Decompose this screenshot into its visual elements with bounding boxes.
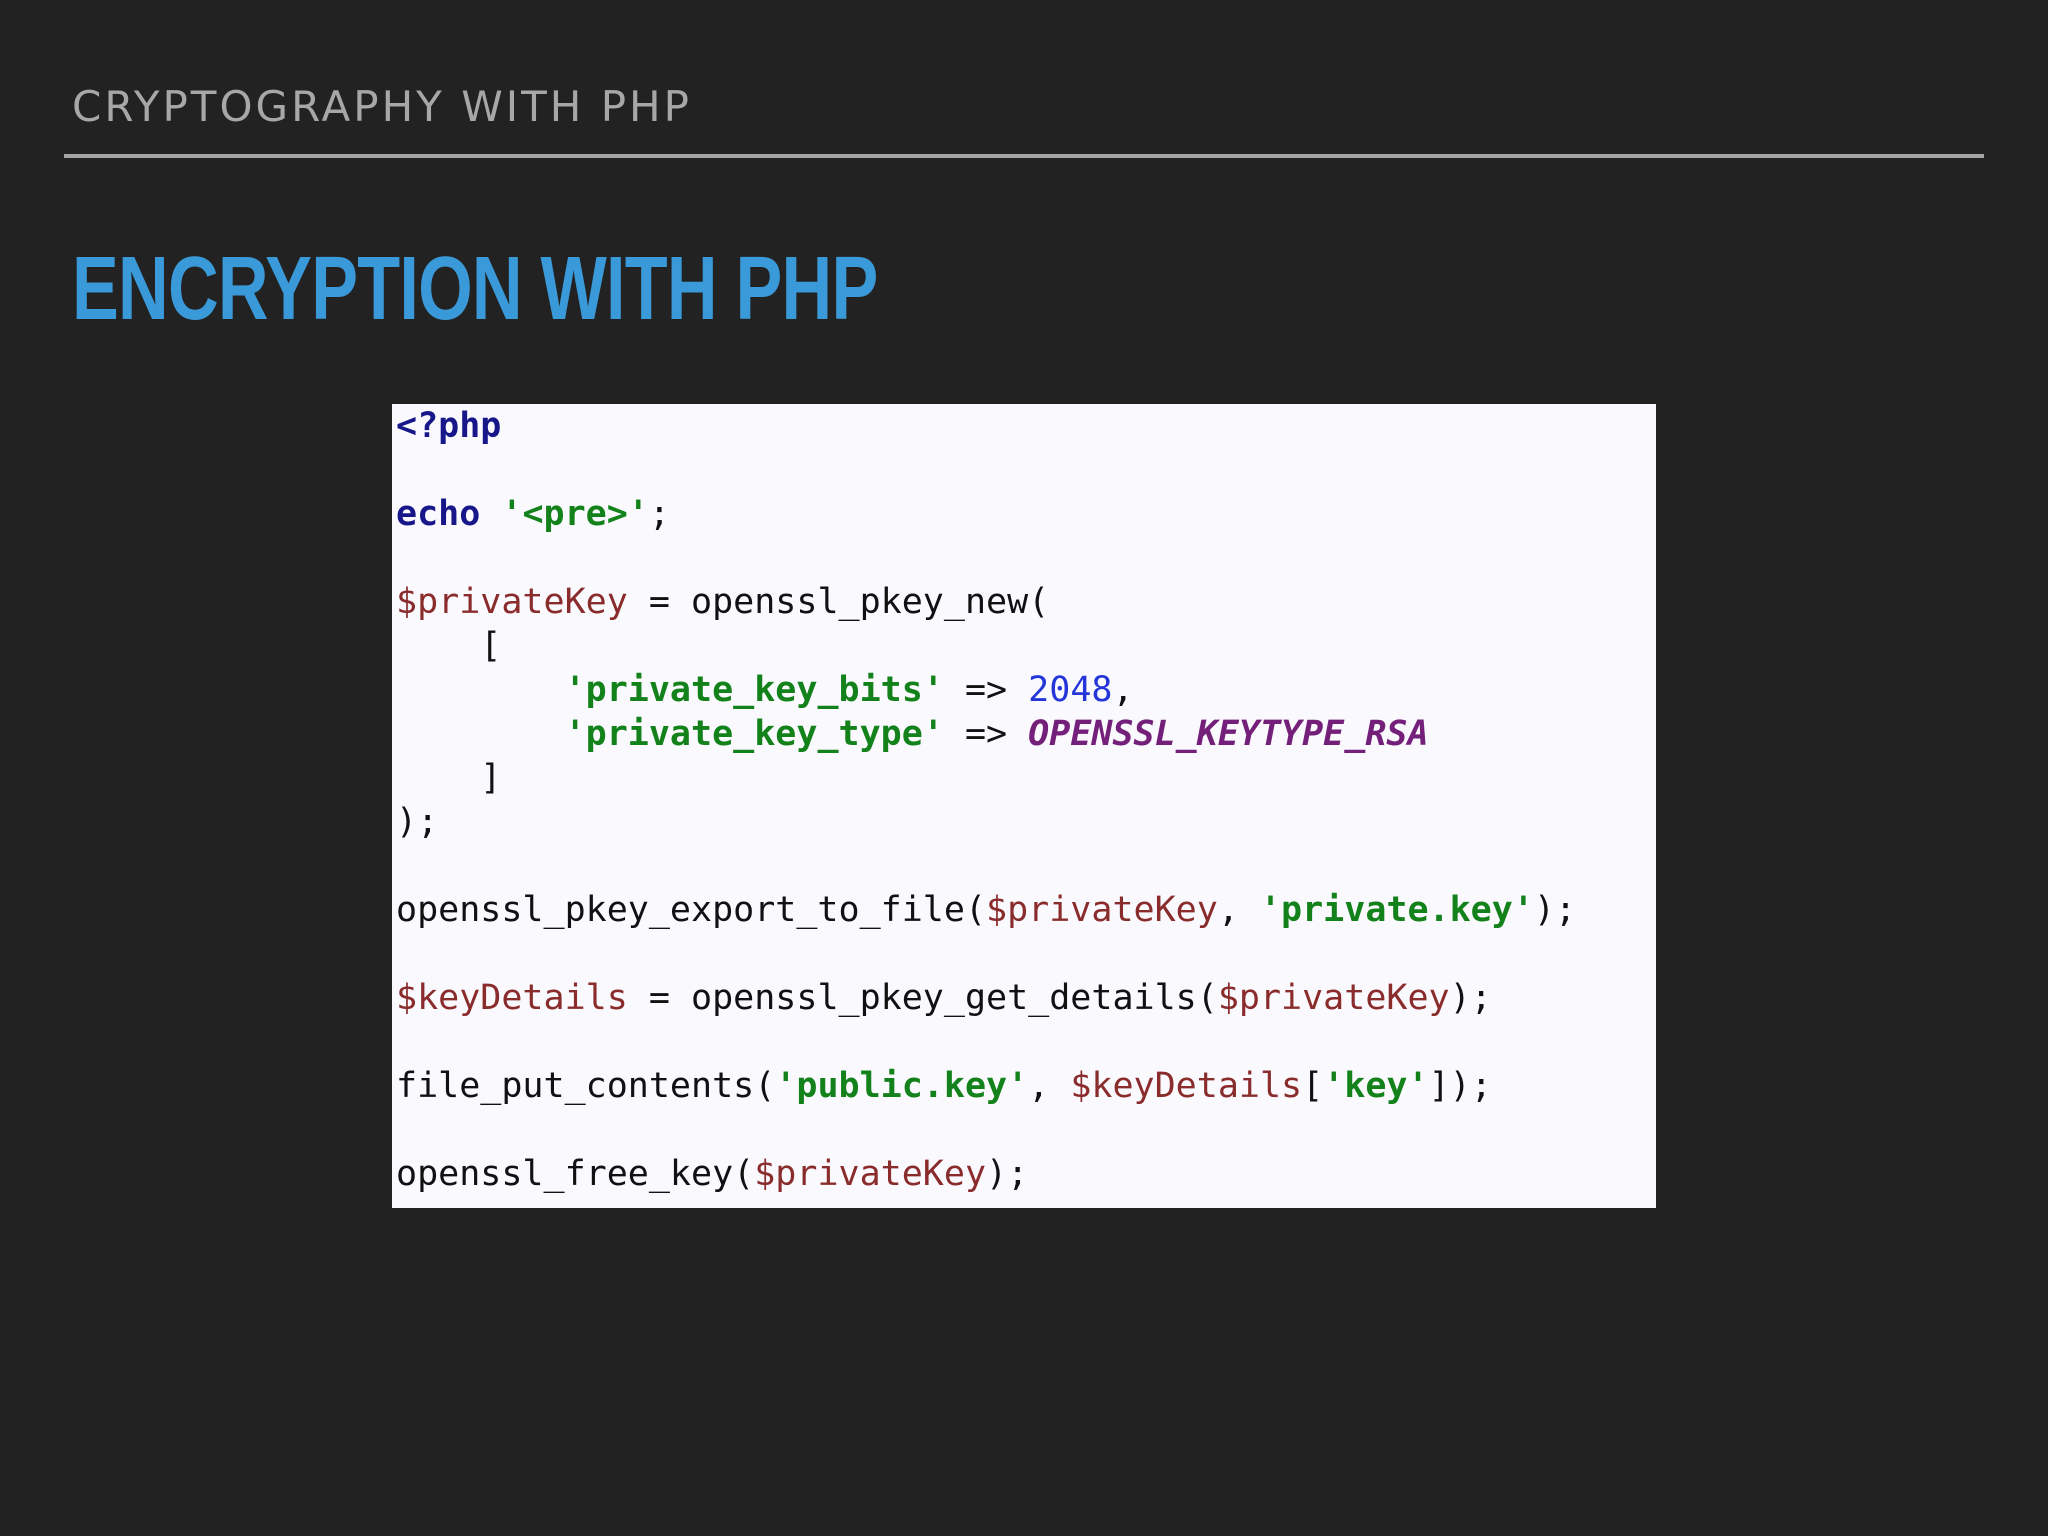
header-divider [64,154,1984,158]
code-line: openssl_free_key($privateKey); [396,1152,1576,1196]
code-token: openssl_pkey_export_to_file( [396,890,987,930]
code-token: 'public.key' [775,1066,1029,1106]
code-token: [ [396,626,502,666]
code-token: , [1112,670,1134,710]
code-token: , [1217,890,1260,930]
code-token: ]); [1428,1066,1492,1106]
code-token: [ [1302,1066,1324,1106]
code-line: ); [396,800,1576,844]
code-line: openssl_pkey_export_to_file($privateKey,… [396,888,1576,932]
code-token: <?php [396,406,502,446]
code-token: $keyDetails [396,978,628,1018]
code-token: ); [396,802,439,842]
code-token: , [1028,1066,1071,1106]
code-token: openssl_free_key( [396,1154,755,1194]
php-code-block: <?php echo '<pre>'; $privateKey = openss… [396,404,1576,1196]
code-token: ); [1449,978,1492,1018]
code-token: 'key' [1323,1066,1429,1106]
code-token: 'private_key_type' [564,714,944,754]
code-line: 'private_key_bits' => 2048, [396,668,1576,712]
code-token: file_put_contents( [396,1066,776,1106]
slide-title: ENCRYPTION WITH PHP [72,239,878,339]
code-token: => [943,670,1029,710]
code-token: $privateKey [396,582,628,622]
code-line: [ [396,624,1576,668]
code-token: $privateKey [1217,978,1450,1018]
code-token: echo [396,494,481,534]
code-token: ); [986,1154,1029,1194]
code-token: 'private.key' [1259,890,1534,930]
code-line: $keyDetails = openssl_pkey_get_details($… [396,976,1576,1020]
code-token: = openssl_pkey_new( [627,582,1050,622]
deck-section-title: CRYPTOGRAPHY WITH PHP [72,82,692,131]
code-token: 2048 [1028,670,1113,710]
code-token: = openssl_pkey_get_details( [627,978,1218,1018]
code-token: 'private_key_bits' [564,670,944,710]
code-token: ); [1533,890,1577,930]
code-line: file_put_contents('public.key', $keyDeta… [396,1064,1576,1108]
code-line: echo '<pre>'; [396,492,1576,536]
code-screenshot: <?php echo '<pre>'; $privateKey = openss… [392,404,1656,1208]
code-token: ] [396,758,502,798]
code-line: $privateKey = openssl_pkey_new( [396,580,1576,624]
code-token: ; [648,494,670,534]
code-token: $privateKey [986,890,1218,930]
code-line: 'private_key_type' => OPENSSL_KEYTYPE_RS… [396,712,1576,756]
code-token: '<pre>' [501,494,649,534]
code-token: $privateKey [754,1154,987,1194]
code-line: <?php [396,404,1576,448]
code-token: => [943,714,1029,754]
code-token: OPENSSL_KEYTYPE_RSA [1028,714,1429,754]
code-line: ] [396,756,1576,800]
code-token: $keyDetails [1070,1066,1303,1106]
